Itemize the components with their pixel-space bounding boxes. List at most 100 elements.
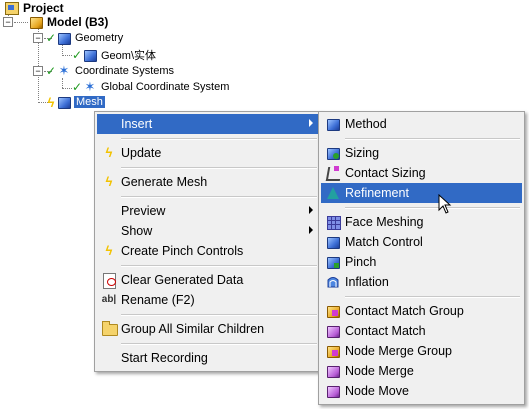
tree-label-coordinate-systems: Coordinate Systems <box>75 65 175 77</box>
submenu-arrow-icon <box>309 206 313 214</box>
project-icon <box>4 0 20 16</box>
menu-item-generate-mesh[interactable]: ϟ Generate Mesh <box>97 172 319 192</box>
pinch-icon <box>325 254 341 270</box>
submenu-item-refinement[interactable]: Refinement <box>321 183 522 203</box>
menu-separator <box>121 138 317 140</box>
mouse-cursor-icon <box>438 194 452 214</box>
submenu-arrow-icon <box>309 226 313 234</box>
menu-label: Rename (F2) <box>121 293 195 307</box>
clear-data-icon <box>101 272 117 289</box>
submenu-item-node-merge-group[interactable]: Node Merge Group <box>321 341 522 361</box>
submenu-item-contact-match[interactable]: Contact Match <box>321 321 522 341</box>
collapse-toggle-coordinate-systems[interactable]: − <box>33 66 43 76</box>
menu-label: Node Merge Group <box>345 344 453 358</box>
menu-separator <box>121 196 317 198</box>
geometry-icon <box>56 30 72 46</box>
node-move-icon <box>325 383 341 399</box>
menu-label: Pinch <box>345 255 377 269</box>
contact-match-icon <box>325 323 341 339</box>
menu-item-update[interactable]: ϟ Update <box>97 143 319 163</box>
menu-separator <box>121 265 317 267</box>
menu-separator <box>345 138 520 140</box>
menu-item-create-pinch-controls[interactable]: ϟ Create Pinch Controls <box>97 241 319 261</box>
coordinate-axes-icon: ✶ <box>58 63 70 78</box>
menu-label: Update <box>121 146 162 160</box>
method-icon <box>325 116 341 132</box>
menu-label: Node Move <box>345 384 409 398</box>
submenu-item-contact-match-group[interactable]: Contact Match Group <box>321 301 522 321</box>
menu-item-rename[interactable]: ab| Rename (F2) <box>97 290 319 310</box>
submenu-item-node-move[interactable]: Node Move <box>321 381 522 401</box>
menu-item-preview[interactable]: Preview <box>97 201 319 221</box>
menu-separator <box>345 207 520 209</box>
tree-item-mesh[interactable]: ϟ Mesh <box>46 94 105 110</box>
menu-label: Start Recording <box>121 351 208 365</box>
tree-line <box>62 78 63 88</box>
submenu-item-face-meshing[interactable]: Face Meshing <box>321 212 522 232</box>
lightning-icon: ϟ <box>47 94 55 110</box>
contact-match-group-icon <box>325 303 341 319</box>
refinement-icon <box>325 185 341 201</box>
tree-item-model[interactable]: Model (B3) <box>28 14 108 30</box>
tree-line <box>62 55 72 56</box>
collapse-toggle-geometry[interactable]: − <box>33 33 43 43</box>
menu-label: Preview <box>121 204 166 218</box>
menu-label: Inflation <box>345 275 389 289</box>
tree-label-geometry: Geometry <box>75 32 124 44</box>
menu-label: Contact Match Group <box>345 304 464 318</box>
menu-label: Insert <box>121 117 153 131</box>
check-icon: ✓ <box>46 31 57 45</box>
menu-label: Generate Mesh <box>121 175 208 189</box>
menu-item-group-all-similar-children[interactable]: Group All Similar Children <box>97 319 319 339</box>
lightning-icon: ϟ <box>105 243 113 258</box>
submenu-item-inflation[interactable]: Inflation <box>321 272 522 292</box>
tree-label-global-coordinate-system: Global Coordinate System <box>101 81 230 93</box>
menu-label: Group All Similar Children <box>121 322 265 336</box>
submenu-item-method[interactable]: Method <box>321 114 522 134</box>
check-icon: ✓ <box>46 64 57 78</box>
submenu-item-node-merge[interactable]: Node Merge <box>321 361 522 381</box>
match-control-icon <box>325 234 341 250</box>
menu-separator <box>121 314 317 316</box>
menu-item-start-recording[interactable]: Start Recording <box>97 348 319 368</box>
tree-label-geom-body: Geom\实体 <box>101 50 157 62</box>
menu-item-show[interactable]: Show <box>97 221 319 241</box>
menu-label: Match Control <box>345 235 423 249</box>
tree-line <box>14 22 28 23</box>
body-icon <box>82 47 98 63</box>
menu-label: Contact Sizing <box>345 166 426 180</box>
tree-item-global-coordinate-system[interactable]: ✓ ✶ Global Coordinate System <box>72 79 229 95</box>
tree-label-mesh: Mesh <box>74 96 105 108</box>
menu-item-clear-generated-data[interactable]: Clear Generated Data <box>97 270 319 290</box>
contact-sizing-icon <box>325 165 343 181</box>
menu-label: Show <box>121 224 153 238</box>
tree-item-geometry[interactable]: ✓ Geometry <box>46 30 123 46</box>
tree-item-coordinate-systems[interactable]: ✓ ✶ Coordinate Systems <box>46 63 174 79</box>
mesh-icon <box>56 94 72 110</box>
folder-icon <box>101 321 118 337</box>
submenu-item-sizing[interactable]: Sizing <box>321 143 522 163</box>
menu-separator <box>121 167 317 169</box>
submenu-item-match-control[interactable]: Match Control <box>321 232 522 252</box>
menu-label: Face Meshing <box>345 215 424 229</box>
node-merge-group-icon <box>325 343 341 359</box>
lightning-icon: ϟ <box>105 145 113 160</box>
insert-submenu: Method Sizing Contact Sizing Refinement … <box>318 111 525 405</box>
sizing-icon <box>325 145 341 161</box>
rename-icon: ab| <box>101 294 117 305</box>
menu-label: Contact Match <box>345 324 426 338</box>
face-meshing-icon <box>325 214 341 230</box>
tree-item-geom-body[interactable]: ✓ Geom\实体 <box>72 47 156 63</box>
node-merge-icon <box>325 363 341 379</box>
model-icon <box>28 14 44 30</box>
menu-item-insert[interactable]: Insert <box>97 114 319 134</box>
menu-separator <box>345 296 520 298</box>
check-icon: ✓ <box>72 48 83 62</box>
submenu-item-contact-sizing[interactable]: Contact Sizing <box>321 163 522 183</box>
tree-label-model: Model (B3) <box>47 15 109 29</box>
collapse-toggle-model[interactable]: − <box>3 17 13 27</box>
submenu-arrow-icon <box>309 119 313 127</box>
submenu-item-pinch[interactable]: Pinch <box>321 252 522 272</box>
menu-label: Clear Generated Data <box>121 273 244 287</box>
tree-label-project: Project <box>23 1 64 15</box>
